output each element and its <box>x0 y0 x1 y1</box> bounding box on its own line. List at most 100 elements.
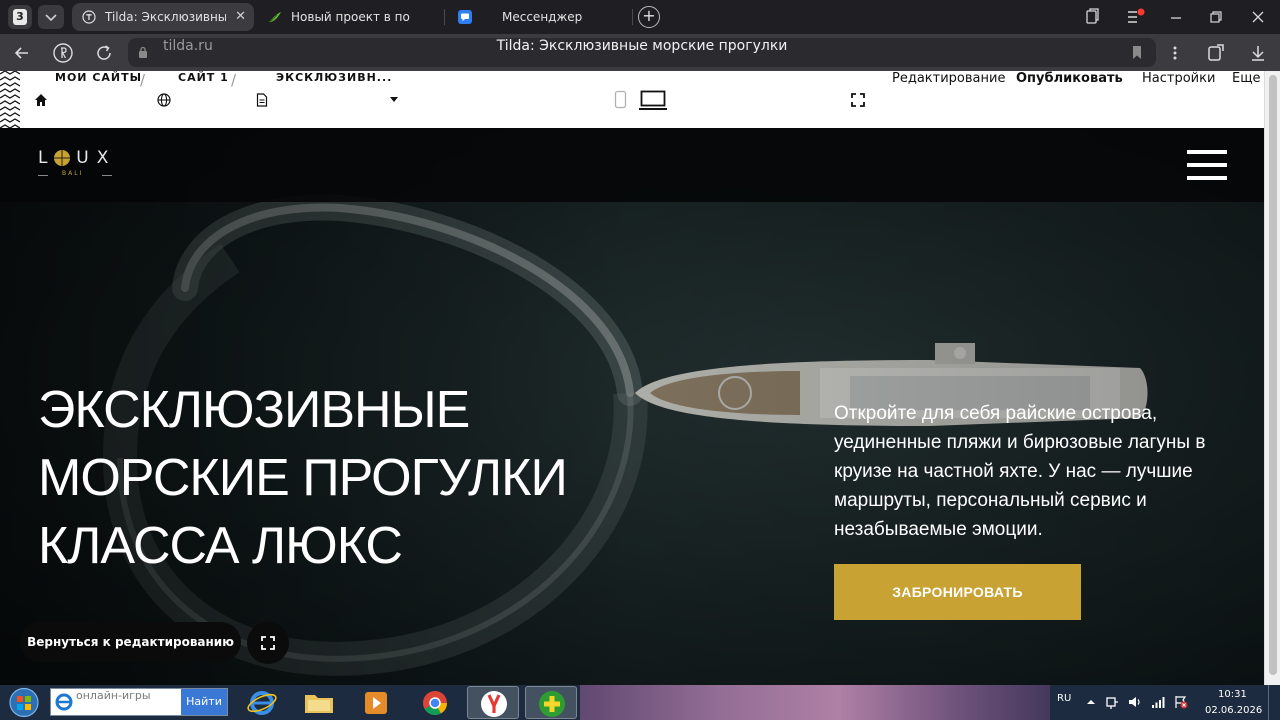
feather-favicon-icon <box>269 12 281 23</box>
tab-count: 3 <box>13 9 27 25</box>
volume-icon[interactable] <box>1128 695 1142 709</box>
close-icon <box>1252 11 1264 23</box>
publish-link[interactable]: Опубликовать <box>1016 71 1123 86</box>
page-title: Tilda: Эксклюзивные морские прогулки <box>496 38 788 54</box>
tilda-zigzag-logo-icon[interactable] <box>0 71 20 128</box>
edit-link[interactable]: Редактирование <box>892 71 1005 86</box>
minimize-icon <box>1171 17 1181 19</box>
show-desktop-button[interactable] <box>1268 685 1280 720</box>
hamburger-line <box>1187 150 1227 154</box>
tab-title: Tilda: Эксклюзивные м <box>105 10 226 24</box>
hamburger-menu-button[interactable] <box>1187 150 1227 180</box>
logo-rule <box>102 175 112 176</box>
menu-lines-icon <box>1128 8 1145 23</box>
back-to-edit-button[interactable]: Вернуться к редактированию <box>20 622 241 662</box>
url-field[interactable]: tilda.ru Tilda: Эксклюзивные морские про… <box>128 38 1156 67</box>
breadcrumb-separator: / <box>231 71 237 89</box>
tab-tilda[interactable]: Tilda: Эксклюзивные м ✕ <box>72 3 254 31</box>
bookmark-icon[interactable] <box>1132 46 1142 59</box>
extension-icon <box>1208 44 1224 61</box>
yandex-browser-icon <box>481 691 507 717</box>
mobile-preview-icon[interactable] <box>614 90 628 110</box>
download-icon <box>1252 46 1264 61</box>
address-bar-row: tilda.ru Tilda: Эксклюзивные морские про… <box>0 34 1280 71</box>
tab-separator <box>632 9 633 25</box>
taskbar-media-player-button[interactable] <box>350 686 402 719</box>
back-button[interactable] <box>9 40 35 66</box>
breadcrumb-page[interactable]: ЭКСКЛЮЗИВН... <box>276 71 392 84</box>
search-go-button[interactable]: Найти <box>181 689 227 715</box>
page-viewport: МОИ САЙТЫ / САЙТ 1 / ЭКСКЛЮЗИВН... Редак… <box>0 71 1280 685</box>
logo-rule <box>38 175 48 176</box>
logo-subtitle: BALI <box>62 170 84 177</box>
desktop-preview-icon[interactable] <box>638 89 668 111</box>
taskbar-explorer-button[interactable] <box>293 686 345 719</box>
media-player-icon <box>365 692 387 714</box>
action-center-flag-icon[interactable] <box>1174 695 1188 709</box>
search-input[interactable]: онлайн-игры <box>76 689 151 702</box>
taskbar-wallpaper-strip <box>580 685 1050 720</box>
scrollbar-thumb[interactable] <box>1269 75 1277 675</box>
browser-menu-button[interactable] <box>1114 0 1154 34</box>
taskbar-yandex-browser-button[interactable] <box>467 686 519 719</box>
usb-device-icon[interactable] <box>1105 695 1119 709</box>
fullscreen-button[interactable] <box>247 622 289 664</box>
yandex-home-button[interactable] <box>50 40 76 66</box>
windows-taskbar: онлайн-игры Найти RU 10:31 02.06.2026 <box>0 685 1280 720</box>
tab-messenger[interactable]: Мессенджер <box>448 3 628 31</box>
tab-new-project[interactable]: Новый проект в портфол <box>258 3 438 31</box>
hamburger-line <box>1187 176 1227 180</box>
book-button[interactable]: ЗАБРОНИРОВАТЬ <box>834 564 1081 620</box>
page-scrollbar[interactable] <box>1264 71 1280 685</box>
more-options-button[interactable] <box>1162 40 1188 66</box>
breadcrumb-my-sites[interactable]: МОИ САЙТЫ <box>55 71 142 84</box>
show-hidden-icons-icon[interactable] <box>1084 695 1098 709</box>
more-link[interactable]: Еще <box>1232 71 1260 86</box>
clock-date[interactable]: 02.06.2026 <box>1205 705 1262 716</box>
hero-title: ЭКСКЛЮЗИВНЫЕ МОРСКИЕ ПРОГУЛКИ КЛАССА ЛЮК… <box>38 376 678 580</box>
tab-separator <box>444 9 445 25</box>
clock-time[interactable]: 10:31 <box>1218 689 1247 700</box>
breadcrumb-separator: / <box>140 71 146 89</box>
expand-icon[interactable] <box>851 93 865 107</box>
page-document-icon <box>256 93 268 107</box>
network-signal-icon[interactable] <box>1151 695 1165 709</box>
collections-icon <box>1086 8 1099 24</box>
logo-text: LOUX <box>38 148 117 168</box>
reload-icon <box>97 45 111 60</box>
minimize-window-button[interactable] <box>1156 0 1196 34</box>
extensions-button[interactable] <box>1203 40 1229 66</box>
taskbar-search[interactable]: онлайн-игры Найти <box>50 688 228 716</box>
internet-explorer-icon <box>55 693 73 711</box>
tab-counter-button[interactable]: 3 <box>8 5 32 29</box>
close-tab-icon[interactable]: ✕ <box>235 3 246 31</box>
downloads-button[interactable] <box>1245 40 1271 66</box>
site-header: LOUX BALI <box>0 128 1264 202</box>
collections-button[interactable] <box>1072 0 1112 34</box>
hero-section: LOUX BALI ЭКСКЛЮЗИВНЫЕ МОРСКИЕ ПРОГУЛКИ … <box>0 128 1264 685</box>
taskbar-ie-button[interactable] <box>236 686 288 719</box>
windows-start-icon[interactable] <box>6 686 42 719</box>
tilda-editor-bar: МОИ САЙТЫ / САЙТ 1 / ЭКСКЛЮЗИВН... Редак… <box>0 71 1264 128</box>
hero-title-line: КЛАССА ЛЮКС <box>38 517 403 575</box>
caret-down-icon[interactable] <box>389 96 399 104</box>
browser-tab-strip: 3 Tilda: Эксклюзивные м ✕ Новый проект в… <box>0 0 1280 34</box>
taskbar-game-app-button[interactable] <box>525 686 577 719</box>
tabs-dropdown-button[interactable] <box>38 5 64 29</box>
expand-icon <box>261 636 275 650</box>
settings-link[interactable]: Настройки <box>1142 71 1215 86</box>
breadcrumb-site[interactable]: САЙТ 1 <box>178 71 229 84</box>
restore-window-button[interactable] <box>1196 0 1236 34</box>
vertical-dots-icon <box>1173 46 1177 60</box>
globe-icon <box>157 93 171 107</box>
logo-sun-icon <box>54 150 70 166</box>
folder-icon <box>305 695 333 713</box>
close-window-button[interactable] <box>1238 0 1278 34</box>
messenger-favicon-icon <box>458 10 472 24</box>
new-tab-button[interactable]: + <box>638 6 660 28</box>
hero-title-line: ЭКСКЛЮЗИВНЫЕ <box>38 381 470 439</box>
site-logo[interactable]: LOUX <box>38 148 116 168</box>
reload-button[interactable] <box>91 40 117 66</box>
language-indicator[interactable]: RU <box>1057 693 1071 704</box>
taskbar-chrome-button[interactable] <box>409 686 461 719</box>
